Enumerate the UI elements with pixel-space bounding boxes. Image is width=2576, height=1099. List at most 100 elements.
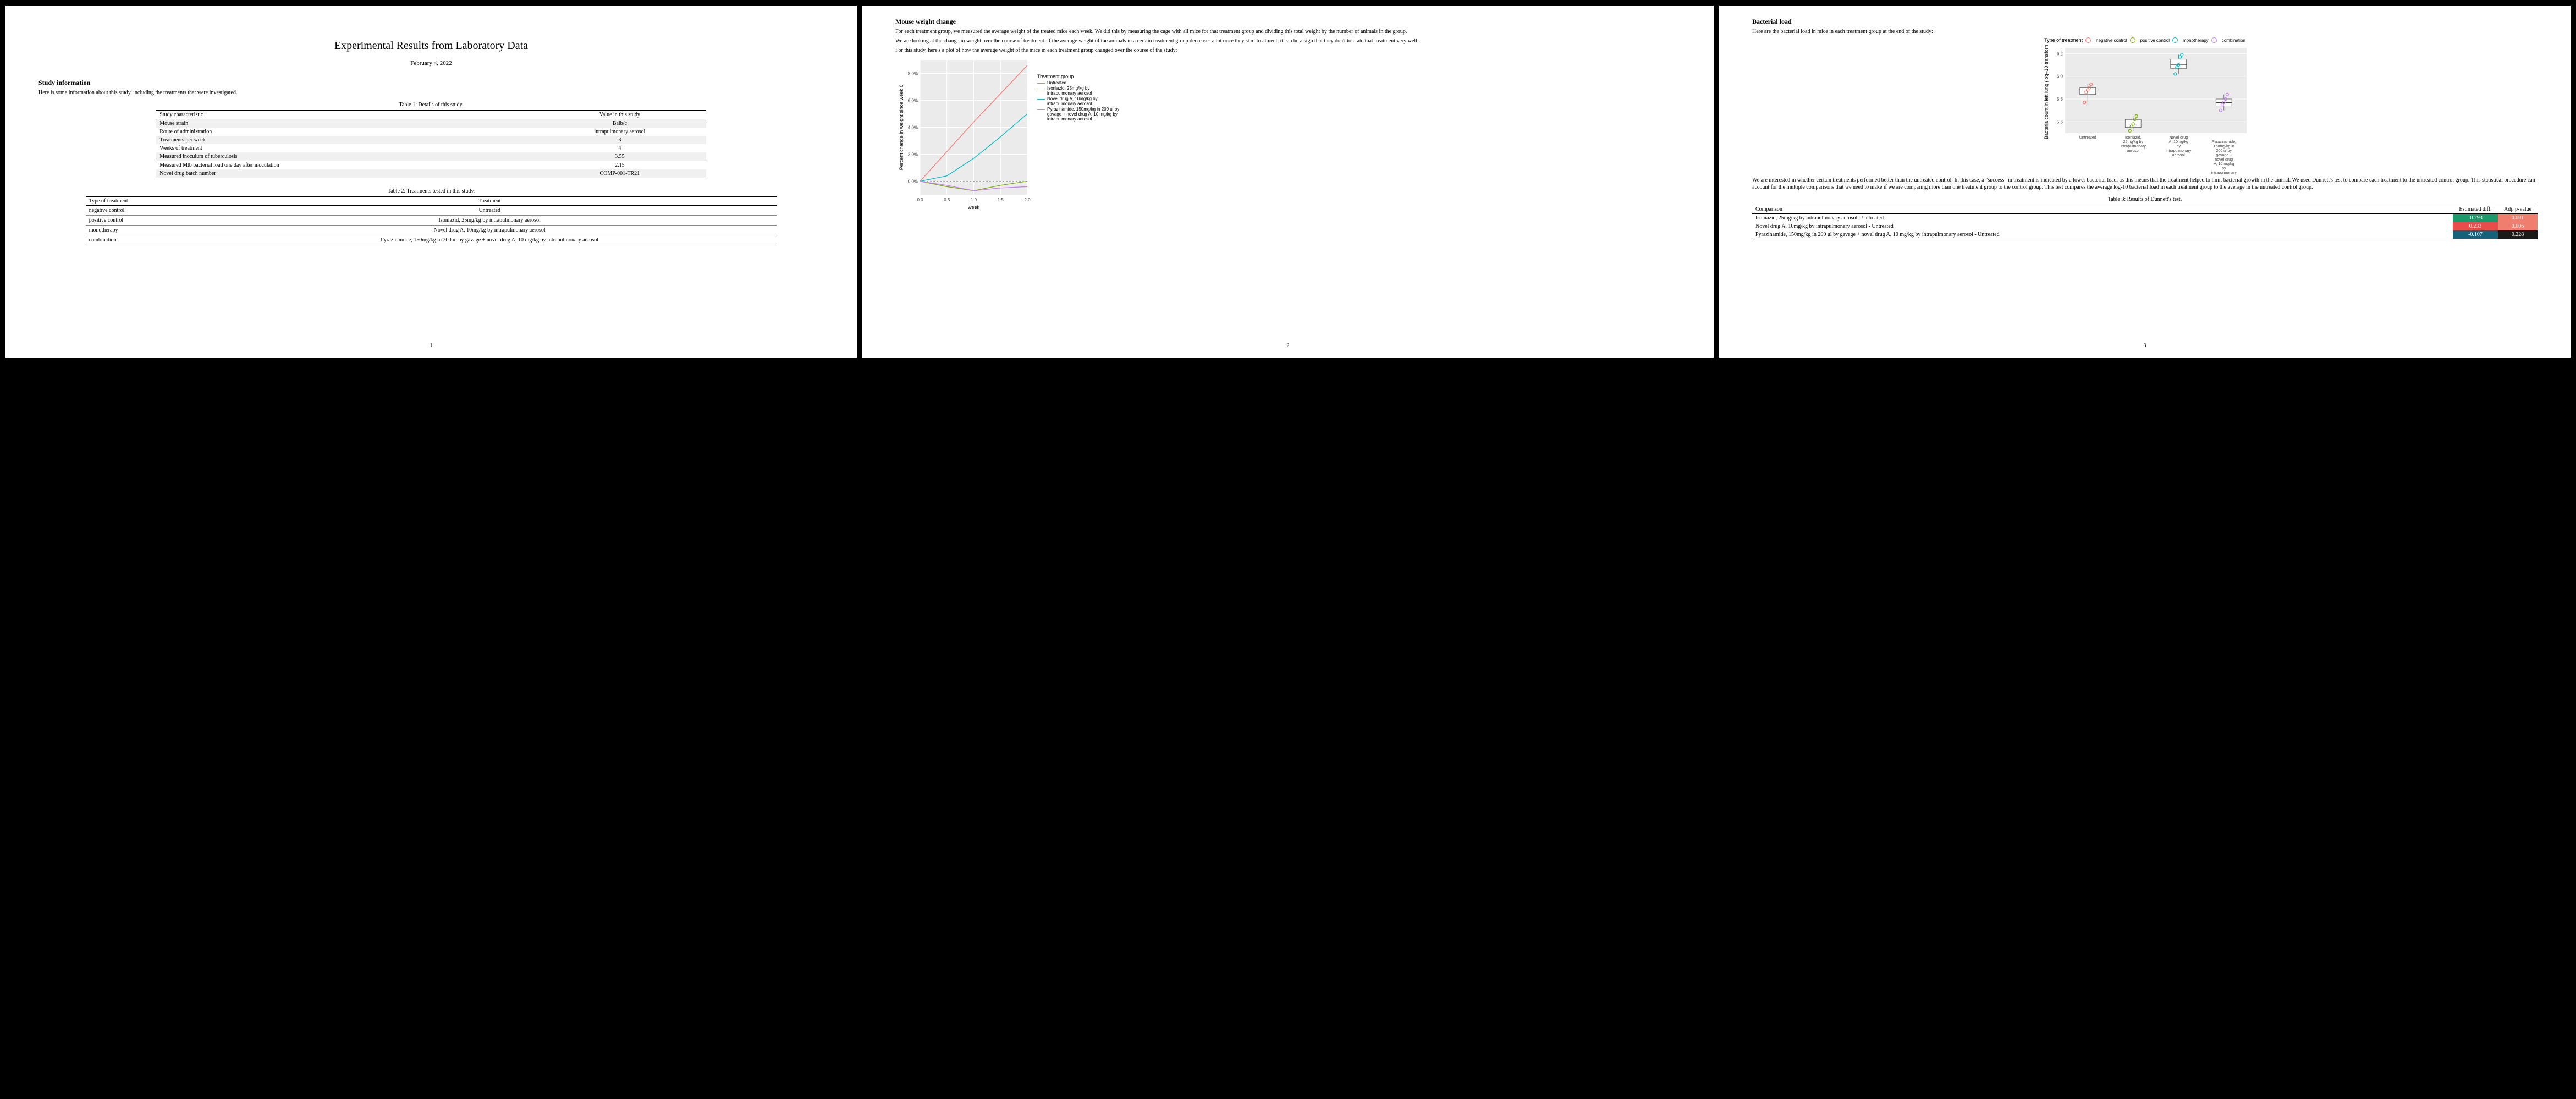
t3-est: -0.107 [2453,230,2498,239]
t3-pval: 0.228 [2498,230,2538,239]
svg-text:A, 10 mg/kg: A, 10 mg/kg [2214,162,2234,166]
page2-number: 2 [862,343,1714,349]
page-spread: Experimental Results from Laboratory Dat… [0,0,2576,363]
t1-r0k: Mouse strain [156,119,533,128]
section-weight-change: Mouse weight change [895,18,1681,26]
svg-text:aerosol: aerosol [2127,149,2139,153]
page-3: Bacterial load Here are the bacterial lo… [1719,6,2571,358]
p2-para1: For each treatment group, we measured th… [895,28,1681,35]
svg-text:0.0: 0.0 [917,197,923,202]
tl2: monotherapy [2183,38,2209,43]
table-row: Novel drug A, 10mg/kg by intrapulmonary … [1752,222,2538,230]
table-row: Isoniazid, 25mg/kg by intrapulmonary aer… [1752,214,2538,223]
t1-r3v: 4 [533,144,706,152]
line-legend-title: Treatment group [1037,74,1120,79]
t2-r2k: monotherapy [86,226,202,235]
svg-text:6.2: 6.2 [2057,51,2063,56]
svg-text:week: week [967,205,980,210]
doc-title: Experimental Results from Laboratory Dat… [38,40,824,52]
line-chart: 0.0%2.0%4.0%6.0%8.0%0.00.51.01.52.0weekP… [895,57,1033,211]
svg-text:6.0: 6.0 [2057,74,2063,79]
t1-r4v: 3.55 [533,152,706,161]
box-chart: 5.6 5.8 6.0 6.2 Untreated Isoniazid,25mg/kg b… [2040,45,2249,174]
svg-text:intrapulmonary: intrapulmonary [2121,145,2146,149]
svg-text:5.8: 5.8 [2057,97,2063,102]
svg-text:Percent change in weight since: Percent change in weight since week 0 [899,85,904,171]
svg-text:25mg/kg by: 25mg/kg by [2123,140,2144,144]
svg-text:0.0%: 0.0% [908,179,918,184]
p3-intro: Here are the bacterial load in mice in e… [1752,28,2538,35]
t1-r2v: 3 [533,136,706,144]
svg-text:150mg/kg in: 150mg/kg in [2214,145,2234,149]
t1-h2: Value in this study [533,111,706,119]
leg1: Isoniazid, 25mg/kg by intrapulmonary aer… [1047,86,1120,96]
t1-h1: Study characteristic [156,111,533,119]
p2-para2: We are looking at the change in weight o… [895,37,1681,45]
svg-text:1.0: 1.0 [971,197,977,202]
svg-text:200 ul by: 200 ul by [2216,149,2232,153]
t3-h2: Estimated diff. [2453,205,2498,214]
table3-caption: Table 3: Results of Dunnett's test. [1752,196,2538,202]
t1-r1k: Route of administration [156,128,533,136]
t3-h3: Adj. p-value [2498,205,2538,214]
t1-r3k: Weeks of treatment [156,144,533,152]
t3-pval: 0.001 [2498,214,2538,223]
box-type-legend: Type of treatment negative control posit… [1752,37,2538,43]
svg-text:2.0: 2.0 [1024,197,1031,202]
t1-r1v: intrapulmonary aerosol [533,128,706,136]
t1-r5k: Measured Mtb bacterial load one day afte… [156,161,533,170]
svg-text:8.0%: 8.0% [908,72,918,76]
table-study-details: Study characteristicValue in this study … [156,110,706,178]
leg0: Untreated [1047,80,1066,85]
page-2: Mouse weight change For each treatment g… [862,6,1714,358]
t2-r3v: Pyrazinamide, 150mg/kg in 200 ul by gava… [202,235,777,245]
t1-r2k: Treatments per week [156,136,533,144]
p2-para3: For this study, here's a plot of how the… [895,47,1681,54]
t2-r1v: Isoniazid, 25mg/kg by intrapulmonary aer… [202,216,777,226]
t1-r0v: Balb/c [533,119,706,128]
table1-caption: Table 1: Details of this study. [38,102,824,108]
svg-text:by: by [2222,167,2226,171]
table-row: Pyrazinamide, 150mg/kg in 200 ul by gava… [1752,230,2538,239]
svg-text:intrapulmonary: intrapulmonary [2211,171,2237,174]
svg-text:6.0%: 6.0% [908,98,918,103]
table2-caption: Table 2: Treatments tested in this study… [38,188,824,194]
section-study-info: Study information [38,79,824,87]
t2-r3k: combination [86,235,202,245]
svg-text:intrapulmonary: intrapulmonary [2166,149,2192,153]
t1-r6v: COMP-001-TR21 [533,169,706,178]
doc-date: February 4, 2022 [38,60,824,67]
svg-text:novel drug: novel drug [2215,158,2233,162]
svg-text:Isoniazid,: Isoniazid, [2125,136,2142,140]
leg2: Novel drug A, 10mg/kg by intrapulmonary … [1047,96,1120,106]
svg-text:Pyrazinamide,: Pyrazinamide, [2212,140,2236,144]
page1-number: 1 [5,343,857,349]
type-legend-title: Type of treatment [2044,37,2083,43]
svg-text:Untreated: Untreated [2079,136,2096,140]
t3-h1: Comparison [1752,205,2453,214]
table-dunnett: ComparisonEstimated diff.Adj. p-value Is… [1752,205,2538,239]
svg-text:gavage +: gavage + [2216,153,2232,157]
t2-h2: Treatment [202,197,777,206]
t2-r0k: negative control [86,206,202,216]
svg-text:aerosol: aerosol [2172,153,2185,157]
svg-text:by: by [2177,145,2181,149]
page-1: Experimental Results from Laboratory Dat… [5,6,857,358]
tl0: negative control [2096,38,2127,43]
tl3: combination [2222,38,2245,43]
table-treatments: Type of treatmentTreatment negative cont… [86,196,777,245]
t3-est: -0.293 [2453,214,2498,223]
leg3: Pyrazinamide, 150mg/kg in 200 ul by gava… [1047,107,1120,122]
svg-text:5.6: 5.6 [2057,119,2063,124]
t1-r6k: Novel drug batch number [156,169,533,178]
section-bacterial-load: Bacterial load [1752,18,2538,26]
t2-r0v: Untreated [202,206,777,216]
svg-text:A, 10mg/kg: A, 10mg/kg [2169,140,2189,144]
page3-number: 3 [1719,343,2571,349]
line-chart-container: 0.0%2.0%4.0%6.0%8.0%0.00.51.01.52.0weekP… [895,57,1681,211]
svg-text:Bacteria count in left lung (l: Bacteria count in left lung (log–10 tran… [2044,45,2049,139]
t2-h1: Type of treatment [86,197,202,206]
svg-text:4.0%: 4.0% [908,125,918,130]
t3-comp: Isoniazid, 25mg/kg by intrapulmonary aer… [1752,214,2453,223]
t3-pval: 0.006 [2498,222,2538,230]
